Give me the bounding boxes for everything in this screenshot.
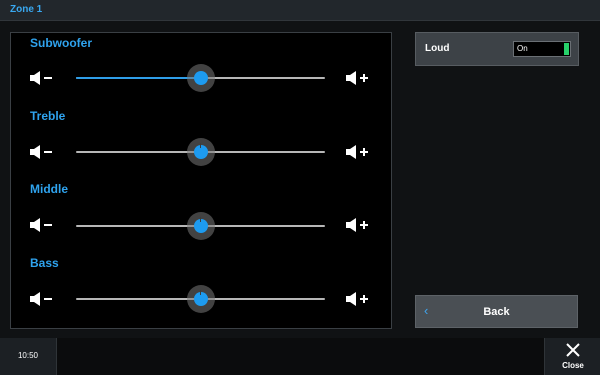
close-button[interactable]: Close: [544, 338, 600, 375]
bass-slider[interactable]: [76, 285, 325, 313]
loudness-label: Loud: [425, 43, 450, 54]
volume-up-icon[interactable]: [345, 291, 371, 307]
footer-bar: 10:50 Close: [0, 338, 600, 375]
volume-down-icon[interactable]: [29, 144, 55, 160]
treble-label: Treble: [30, 109, 66, 123]
volume-up-icon[interactable]: [345, 70, 371, 86]
volume-down-icon[interactable]: [29, 217, 55, 233]
loudness-toggle-knob: [564, 43, 569, 55]
volume-up-icon[interactable]: [345, 217, 371, 233]
volume-down-icon[interactable]: [29, 70, 55, 86]
bass-slider-tick: [200, 290, 201, 295]
close-icon: [566, 343, 580, 357]
middle-slider-tick: [200, 217, 201, 222]
treble-slider-tick: [200, 143, 201, 148]
subwoofer-slider[interactable]: [76, 64, 325, 92]
volume-up-icon[interactable]: [345, 144, 371, 160]
middle-slider[interactable]: [76, 212, 325, 240]
subwoofer-slider-fill: [76, 77, 201, 79]
loudness-toggle[interactable]: On: [513, 41, 571, 57]
bass-label: Bass: [30, 256, 59, 270]
back-button-label: Back: [483, 306, 510, 318]
loudness-toggle-text: On: [517, 44, 528, 53]
title-bar: Zone 1: [0, 0, 600, 21]
loudness-setting: Loud On: [415, 32, 579, 66]
subwoofer-slider-thumb[interactable]: [193, 71, 208, 85]
treble-slider[interactable]: [76, 138, 325, 166]
subwoofer-label: Subwoofer: [30, 36, 92, 50]
back-button[interactable]: ‹ Back: [415, 295, 578, 328]
close-button-label: Close: [562, 361, 584, 370]
equalizer-panel: Subwoofer Treble Middle Bass: [10, 32, 392, 329]
middle-label: Middle: [30, 182, 68, 196]
clock-time: 10:50: [17, 351, 39, 360]
volume-down-icon[interactable]: [29, 291, 55, 307]
clock: 10:50: [0, 338, 57, 375]
zone-title: Zone 1: [10, 4, 43, 15]
